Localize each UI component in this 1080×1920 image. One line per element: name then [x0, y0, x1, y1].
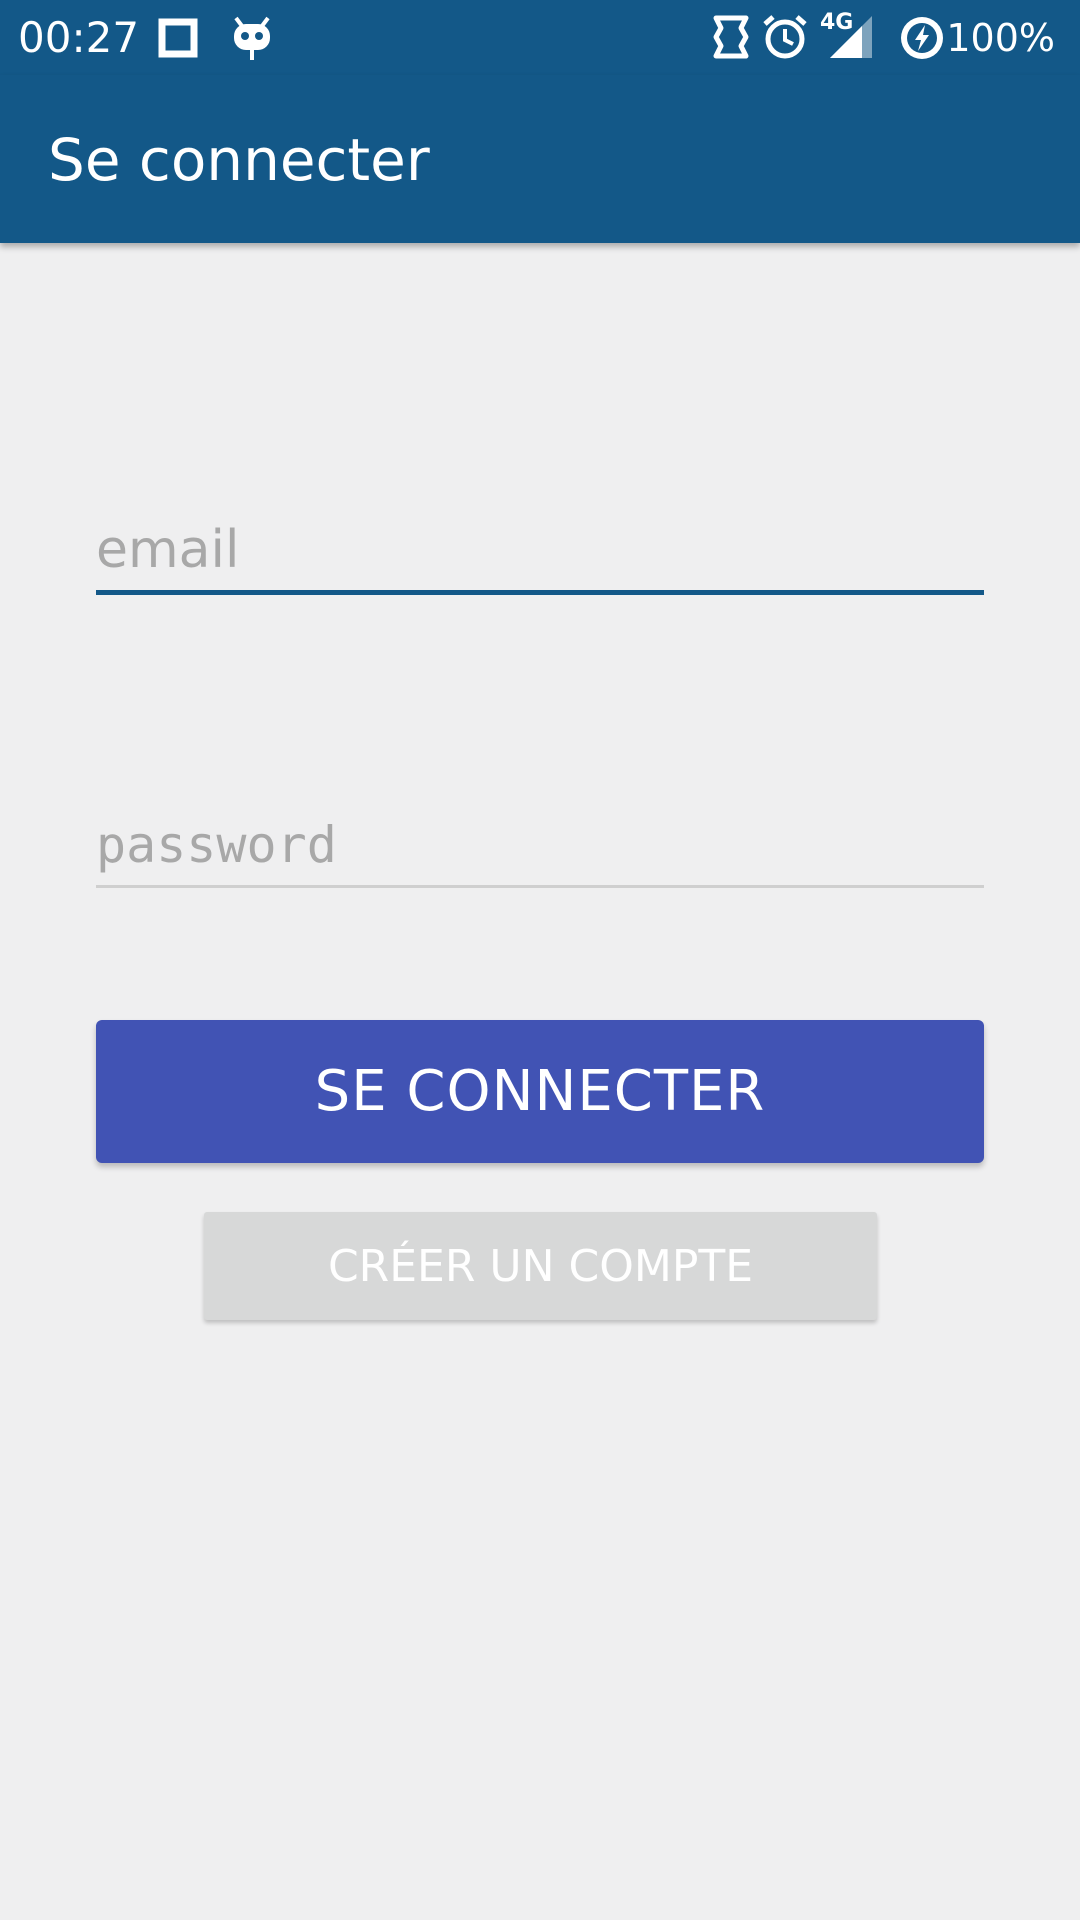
- vibrate-icon: [713, 15, 749, 59]
- app-bar: Se connecter: [0, 75, 1080, 243]
- login-button[interactable]: SE CONNECTER: [96, 1020, 984, 1163]
- status-bar: 00:27 4G 100%: [0, 0, 1080, 75]
- battery-charging-icon: [901, 17, 943, 59]
- battery-percent: 100%: [946, 16, 1055, 60]
- create-account-button[interactable]: CRÉER UN COMPTE: [204, 1212, 877, 1320]
- password-field[interactable]: [96, 805, 984, 888]
- alarm-icon: [763, 15, 807, 59]
- status-time: 00:27: [18, 13, 140, 62]
- square-icon: [158, 18, 198, 58]
- password-field-container: [96, 805, 984, 888]
- page-title: Se connecter: [48, 126, 430, 194]
- email-field-container: [96, 510, 984, 595]
- cyanogen-mascot-icon: [234, 16, 270, 60]
- email-field[interactable]: [96, 510, 984, 595]
- signal-icon: [830, 16, 872, 58]
